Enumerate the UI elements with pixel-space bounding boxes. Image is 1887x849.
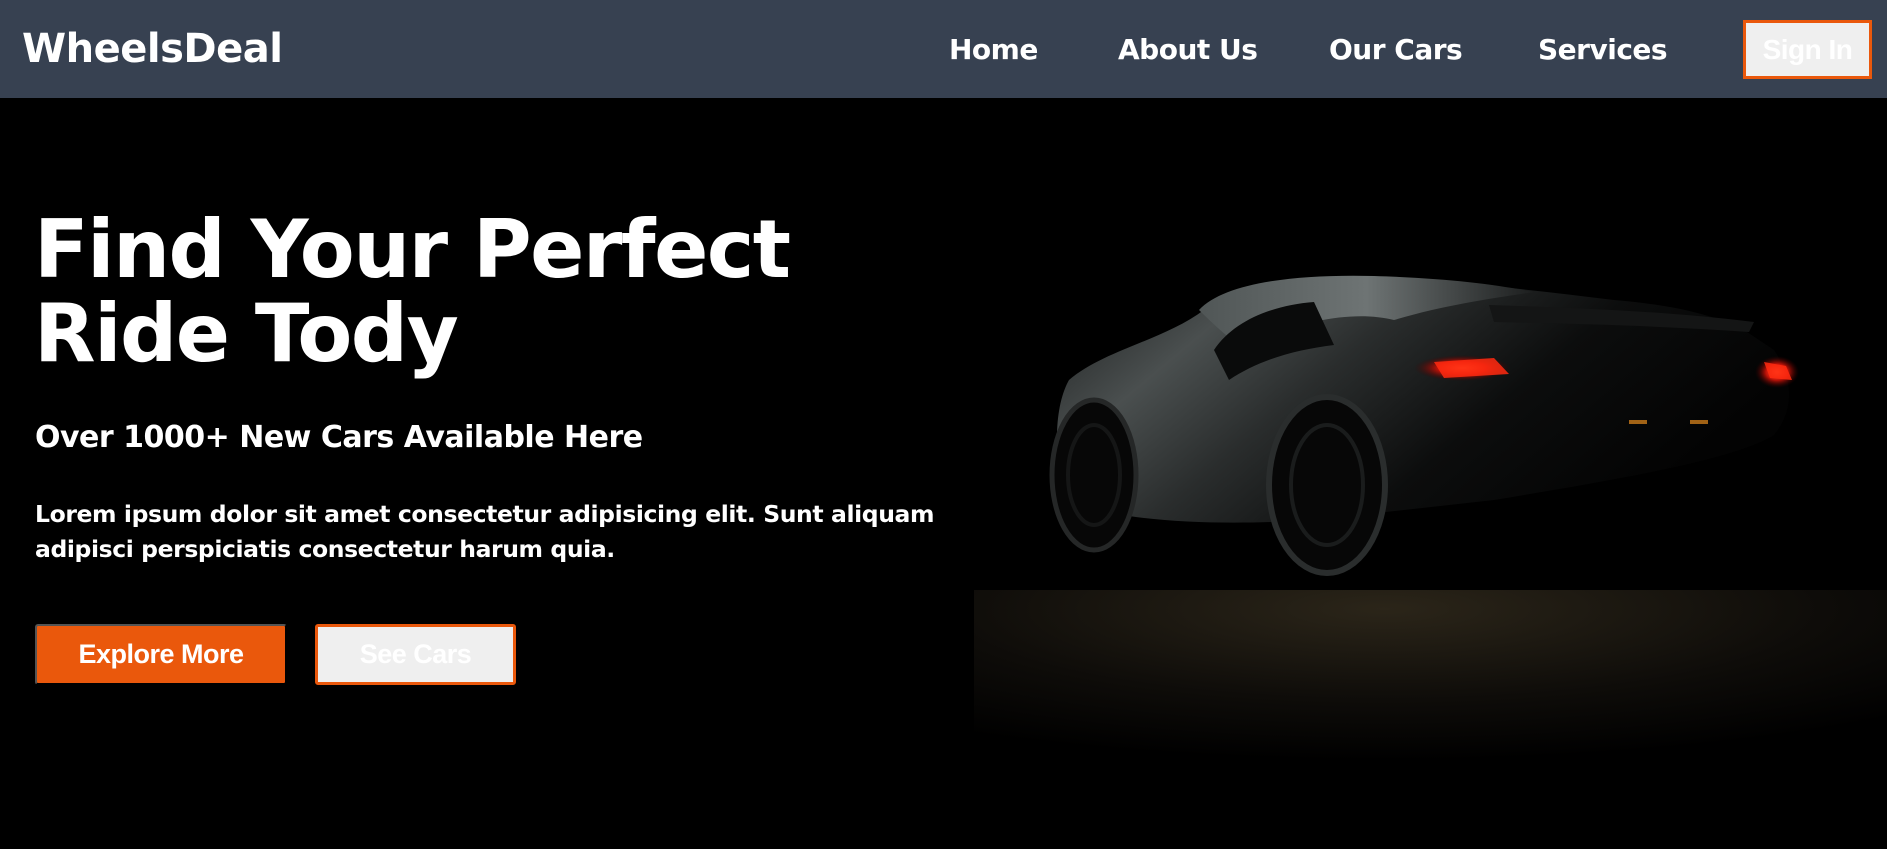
front-wheel-shape: [1049, 397, 1139, 553]
hero-description: Lorem ipsum dolor sit amet consectetur a…: [35, 500, 935, 563]
hero-title: Find Your Perfect Ride Tody: [34, 203, 791, 380]
nav-link-our-cars[interactable]: Our Cars: [1329, 32, 1463, 68]
nav-link-about-us[interactable]: About Us: [1118, 32, 1258, 68]
reflector-right: [1690, 420, 1708, 424]
see-cars-button[interactable]: See Cars: [315, 624, 516, 685]
ground-shape: [974, 590, 1887, 780]
hero-car-image: [974, 275, 1887, 780]
site-logo[interactable]: WheelsDeal: [22, 24, 283, 74]
explore-more-button[interactable]: Explore More: [35, 624, 287, 685]
nav-link-services[interactable]: Services: [1538, 32, 1668, 68]
nav-link-home[interactable]: Home: [949, 32, 1038, 68]
reflector-left: [1629, 420, 1647, 424]
sign-in-button[interactable]: Sign In: [1743, 20, 1872, 79]
navbar: WheelsDeal Home About Us Our Cars Servic…: [0, 0, 1887, 98]
hero-subtitle: Over 1000+ New Cars Available Here: [35, 420, 643, 455]
